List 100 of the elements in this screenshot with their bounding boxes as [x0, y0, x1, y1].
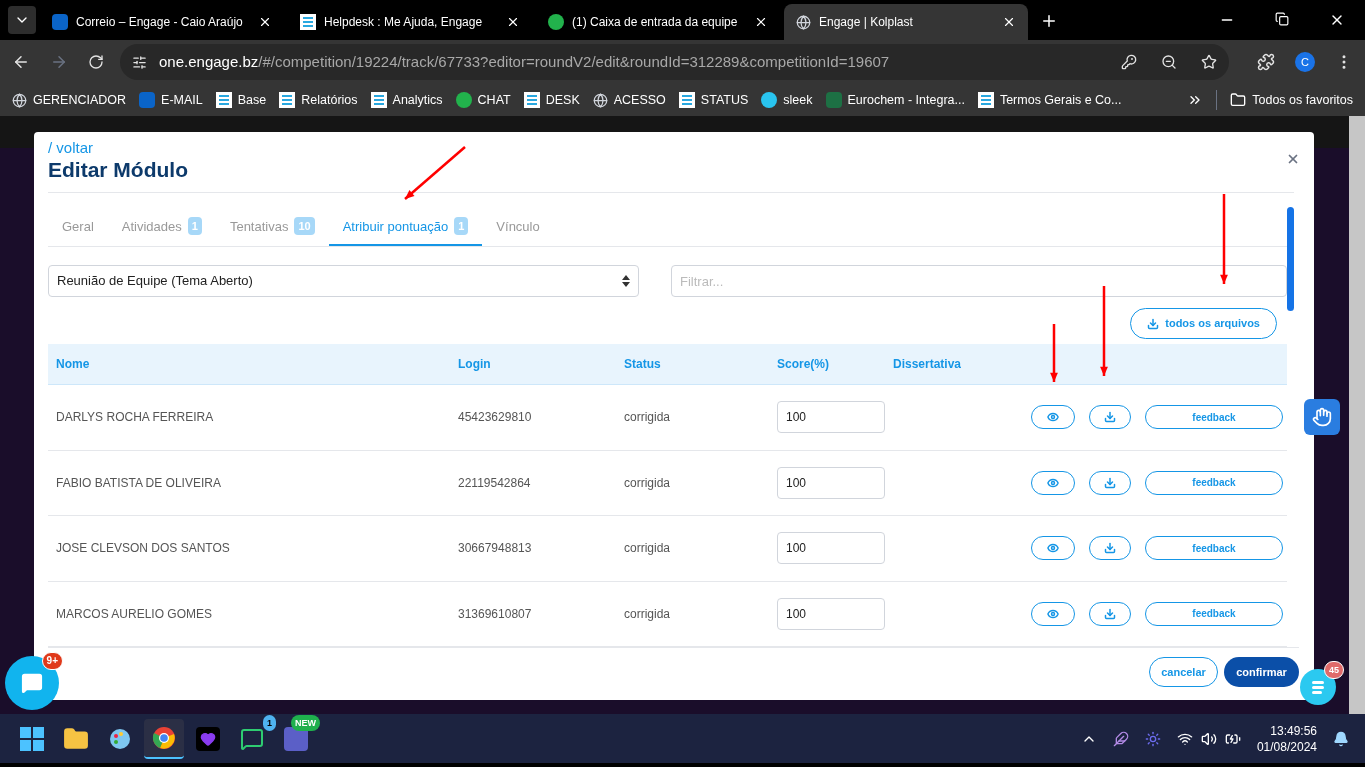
chat-bubble-icon — [21, 672, 43, 694]
login-cell-text: 22119542864 — [458, 474, 532, 492]
feather-icon[interactable] — [1112, 730, 1129, 747]
score-field[interactable]: 100 — [777, 597, 885, 630]
folder-icon — [1230, 92, 1247, 108]
tab-title: (1) Caixa de entrada da equipe — [572, 14, 739, 31]
reload-icon[interactable] — [88, 54, 104, 70]
status-cell-text: corrigida — [624, 474, 672, 492]
palette-icon — [108, 726, 132, 751]
column-header: Status — [624, 356, 662, 373]
windows-start-icon — [20, 726, 44, 751]
download-icon — [1104, 542, 1116, 555]
close-icon[interactable] — [754, 15, 768, 29]
name-cell-text: JOSE CLEVSON DOS SANTOS — [56, 540, 231, 558]
stripes-logo-icon — [523, 92, 540, 108]
chat-bubble-icon — [455, 92, 472, 108]
bookmark-item[interactable]: CHAT — [455, 90, 511, 110]
download-icon — [1104, 476, 1116, 489]
sort-arrows-icon — [622, 275, 630, 287]
heart-app-icon — [196, 726, 220, 751]
eye-icon — [1047, 411, 1059, 424]
count-badge: 1 — [187, 217, 202, 235]
count-badge: 10 — [294, 217, 315, 235]
notification-badge: 45 — [1324, 661, 1344, 679]
close-icon[interactable] — [506, 15, 520, 29]
close-icon[interactable] — [258, 15, 272, 29]
clock-time: 13:49:56 — [1270, 722, 1317, 739]
download-icon — [1147, 317, 1160, 330]
stripes-logo-icon — [370, 92, 387, 108]
notification-badge: 1 — [263, 714, 276, 731]
browser-tab[interactable]: Helpdesk : Me Ajuda, Engage — [288, 4, 532, 40]
bookmark-folder[interactable]: Todos os favoritos — [1230, 90, 1353, 110]
bookmark-item[interactable]: sleek — [761, 90, 813, 110]
column-header: Dissertativa — [893, 356, 963, 373]
browser-logo-icon — [152, 725, 176, 750]
column-header: Nome — [56, 356, 91, 373]
score-field[interactable]: 100 — [777, 401, 885, 434]
score-field[interactable]: 100 — [777, 466, 885, 499]
hand-icon — [1312, 407, 1332, 427]
download-icon — [1104, 411, 1116, 424]
volume-icon[interactable] — [1200, 730, 1217, 747]
bookmark-item[interactable]: Analytics — [370, 90, 443, 110]
browser-tab[interactable]: (1) Caixa de entrada da equipe — [536, 4, 780, 40]
bookmark-item[interactable]: ACESSO — [592, 90, 666, 110]
tab-title: Helpdesk : Me Ajuda, Engage — [324, 14, 484, 31]
globe-icon — [796, 14, 811, 30]
eye-icon — [1047, 476, 1059, 489]
status-cell-text: corrigida — [624, 540, 672, 558]
profile-avatar[interactable]: C — [1295, 52, 1315, 72]
restore-icon[interactable] — [1275, 12, 1289, 26]
name-cell-text: DARLYS ROCHA FERREIRA — [56, 409, 215, 427]
close-icon[interactable] — [1002, 15, 1016, 29]
spreadsheet-app-icon — [825, 92, 842, 108]
status-cell-text: corrigida — [624, 605, 672, 623]
bookmark-item[interactable]: Relatórios — [279, 90, 358, 110]
mail-app-icon — [139, 92, 156, 108]
browser-tab[interactable]: Correio – Engage - Caio Araújo — [40, 4, 284, 40]
chat-bubble-icon — [548, 14, 564, 30]
module-select[interactable]: Reunião de Equipe (Tema Aberto) — [48, 265, 639, 297]
accessibility-button[interactable] — [1304, 399, 1340, 435]
bookmark-item[interactable]: GERENCIADOR — [12, 90, 127, 110]
login-cell-text: 45423629810 — [458, 409, 533, 427]
bookmark-item[interactable]: E-MAIL — [139, 90, 203, 110]
taskbar-app[interactable] — [144, 718, 184, 759]
tab-title: Engage | Kolplast — [819, 14, 914, 31]
forward-icon[interactable] — [50, 53, 68, 71]
zoom-out-icon[interactable] — [1161, 54, 1177, 70]
clock-date: 01/08/2024 — [1256, 738, 1317, 755]
site-settings-icon[interactable] — [132, 54, 147, 70]
key-icon[interactable] — [1121, 54, 1137, 70]
annotation-arrow — [404, 146, 466, 200]
bookmark-item[interactable]: Termos Gerais e Co... — [977, 90, 1122, 110]
stripes-logo-icon — [215, 92, 232, 108]
globe-icon — [592, 92, 608, 108]
dialog-title: Editar Módulo — [48, 157, 188, 183]
star-icon[interactable] — [1201, 54, 1217, 70]
stripes-logo-icon — [977, 92, 994, 108]
back-icon[interactable] — [12, 53, 30, 71]
confirm-button[interactable]: confirmar — [1224, 657, 1299, 687]
stripes-logo-icon — [279, 92, 296, 108]
bookmark-item[interactable]: STATUS — [678, 90, 749, 110]
new-tab-icon[interactable] — [1040, 12, 1058, 30]
column-header: Score(%) — [777, 356, 830, 373]
bookmark-item[interactable]: DESK — [523, 90, 580, 110]
address-bar[interactable]: one.engage.bz/#/competition/19224/track/67733?editor=roundV2/edit&roundId=312289&competitionId=19607 — [120, 44, 1229, 80]
name-cell-text: MARCOS AURELIO GOMES — [56, 605, 214, 623]
score-field[interactable]: 100 — [777, 532, 885, 565]
bell-icon[interactable] — [1333, 730, 1349, 747]
stripes-logo-icon — [1310, 679, 1326, 695]
tab-list-button[interactable] — [8, 6, 36, 34]
extensions-icon[interactable] — [1257, 53, 1275, 71]
count-badge: 1 — [454, 217, 469, 235]
sun-icon[interactable] — [1144, 730, 1161, 747]
eye-icon — [1047, 542, 1059, 555]
filter-field[interactable]: Filtrar... — [671, 265, 1287, 297]
tab-title: Correio – Engage - Caio Araújo — [76, 14, 244, 31]
bookmark-item[interactable]: Eurochem - Integra... — [825, 90, 965, 110]
notification-badge: NEW — [291, 714, 320, 731]
bookmark-item[interactable]: Base — [215, 90, 267, 110]
browser-tab[interactable]: Engage | Kolplast — [784, 4, 1028, 40]
